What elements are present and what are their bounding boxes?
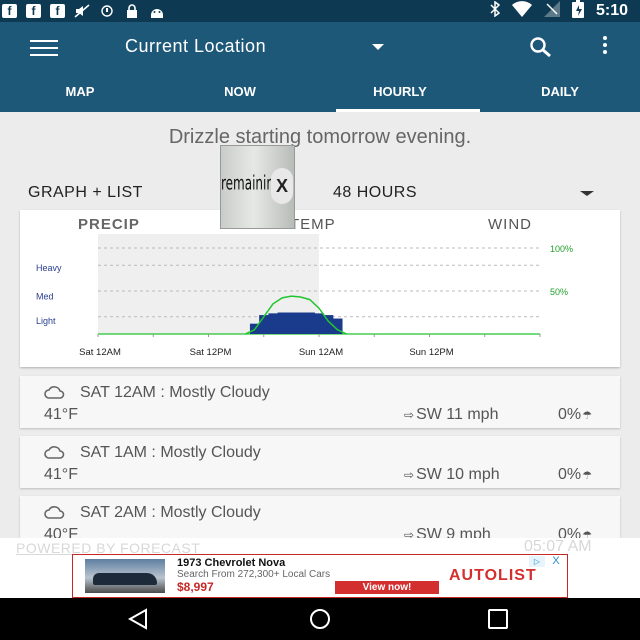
precip-chart: Heavy Med Light 100% 50% Sat 12AM Sat 12PM Sun … (36, 234, 573, 358)
intensity-level-label: Light (36, 316, 56, 326)
menu-icon[interactable] (30, 40, 58, 56)
hour-wind: SW 10 mph (416, 466, 500, 483)
tab-daily[interactable]: DAILY (480, 80, 640, 112)
tab-hourly[interactable]: HOURLY (320, 80, 480, 112)
cloud-icon (44, 384, 66, 400)
ad-brand-logo: AUTOLIST (449, 567, 537, 584)
intensity-bar (277, 312, 288, 334)
hour-pop-group: 0%☂ (558, 526, 592, 538)
search-icon[interactable] (528, 36, 554, 58)
view-mode-selector[interactable]: GRAPH + LIST (28, 184, 143, 202)
status-bar: f f f 5:10 (0, 0, 640, 22)
recents-icon[interactable] (486, 608, 512, 630)
hour-wind: SW 9 mph (416, 526, 491, 538)
popup-ad-close-button[interactable]: X (271, 168, 293, 204)
ad-car-image[interactable] (85, 559, 165, 593)
android-debug-icon (149, 4, 165, 18)
x-tick-label: Sun 12AM (299, 347, 343, 358)
umbrella-icon: ☂ (582, 530, 592, 538)
chart-tab-precip[interactable]: PRECIP (78, 216, 140, 233)
popup-ad-thumbnail[interactable]: remaining X (220, 145, 295, 229)
ad-price: $8,997 (177, 580, 214, 594)
hour-wind-group: ⇨ SW 11 mph (404, 406, 498, 424)
hour-wind-group: ⇨ SW 9 mph (404, 526, 491, 538)
hourly-content[interactable]: Drizzle starting tomorrow evening. GRAPH… (0, 112, 640, 538)
chart-tab-wind[interactable]: WIND (488, 216, 532, 233)
hour-pop: 0% (558, 466, 582, 483)
hour-title: SAT 12AM : Mostly Cloudy (80, 384, 270, 401)
forecast-summary: Drizzle starting tomorrow evening. (168, 126, 472, 148)
chart-card: Heavy Med Light 100% 50% Sat 12AM Sat 12PM Sun … (20, 210, 620, 367)
range-dropdown-icon[interactable] (580, 191, 594, 196)
wind-direction-icon: ⇨ (404, 528, 415, 538)
back-icon[interactable] (126, 608, 150, 630)
location-title[interactable]: Current Location (125, 36, 266, 57)
hour-temp: 40°F (44, 526, 78, 538)
battery-charging-icon (571, 0, 584, 23)
hour-pop: 0% (558, 406, 582, 423)
intensity-bar (295, 312, 306, 334)
umbrella-icon: ☂ (582, 410, 592, 422)
hour-pop-group: 0%☂ (558, 466, 592, 484)
ad-close-button[interactable]: X (549, 555, 563, 567)
tab-map[interactable]: MAP (0, 80, 160, 112)
chart-tab-temp[interactable]: TEMP (290, 216, 336, 233)
x-tick-label: Sat 12AM (79, 347, 121, 358)
hour-temp: 41°F (44, 466, 78, 483)
location-dropdown-icon[interactable] (372, 44, 384, 50)
umbrella-icon: ☂ (582, 470, 592, 482)
intensity-bar (259, 315, 269, 334)
more-options-icon[interactable] (598, 36, 612, 58)
hour-title: SAT 1AM : Mostly Cloudy (80, 444, 261, 461)
navigation-bar (0, 598, 640, 640)
hour-temp: 41°F (44, 406, 78, 423)
app-bar: Current Location MAP NOW HOURLY DAILY (0, 22, 640, 112)
facebook-icon: f (50, 4, 65, 18)
intensity-bar (305, 312, 315, 334)
tab-bar: MAP NOW HOURLY DAILY (0, 80, 640, 112)
x-tick-label: Sat 12PM (190, 347, 232, 358)
hour-pop: 0% (558, 526, 582, 538)
ad-choices-icon[interactable]: ▷ (529, 556, 545, 567)
probability-axis-label: 100% (550, 244, 573, 254)
probability-axis-label: 50% (550, 287, 568, 297)
list-item[interactable]: SAT 2AM : Mostly Cloudy 40°F ⇨ SW 9 mph 0… (20, 496, 620, 538)
hour-wind: SW 11 mph (416, 406, 499, 423)
status-time: 5:10 (595, 2, 628, 19)
sync-icon (99, 4, 115, 18)
home-icon[interactable] (306, 608, 334, 630)
lock-icon (124, 4, 140, 18)
no-sound-icon (74, 4, 90, 18)
intensity-level-label: Med (36, 291, 54, 301)
list-item[interactable]: SAT 1AM : Mostly Cloudy 41°F ⇨ SW 10 mph … (20, 436, 620, 488)
range-selector[interactable]: 48 HOURS (333, 184, 417, 202)
bluetooth-icon (490, 0, 501, 22)
x-tick-label: Sun 12PM (409, 347, 453, 358)
cloud-icon (44, 504, 66, 520)
cloud-icon (44, 444, 66, 460)
facebook-icon: f (26, 4, 41, 18)
hour-wind-group: ⇨ SW 10 mph (404, 466, 500, 484)
ad-title: 1973 Chevrolet Nova (177, 557, 286, 569)
hour-title: SAT 2AM : Mostly Cloudy (80, 504, 261, 521)
ad-view-now-button[interactable]: View now! (335, 581, 439, 594)
intensity-bar (268, 313, 279, 334)
wind-direction-icon: ⇨ (404, 468, 415, 482)
list-item[interactable]: SAT 12AM : Mostly Cloudy 41°F ⇨ SW 11 mph… (20, 376, 620, 428)
signal-icon (543, 0, 560, 22)
wind-direction-icon: ⇨ (404, 408, 415, 422)
intensity-bar (286, 312, 297, 334)
wifi-icon (511, 0, 532, 22)
intensity-level-label: Heavy (36, 263, 62, 273)
facebook-icon: f (2, 4, 17, 18)
ad-description: Search From 272,300+ Local Cars (177, 569, 331, 580)
tab-now[interactable]: NOW (160, 80, 320, 112)
hour-pop-group: 0%☂ (558, 406, 592, 424)
ad-banner[interactable]: 1973 Chevrolet Nova Search From 272,300+… (72, 554, 568, 598)
intensity-bar (314, 313, 325, 334)
